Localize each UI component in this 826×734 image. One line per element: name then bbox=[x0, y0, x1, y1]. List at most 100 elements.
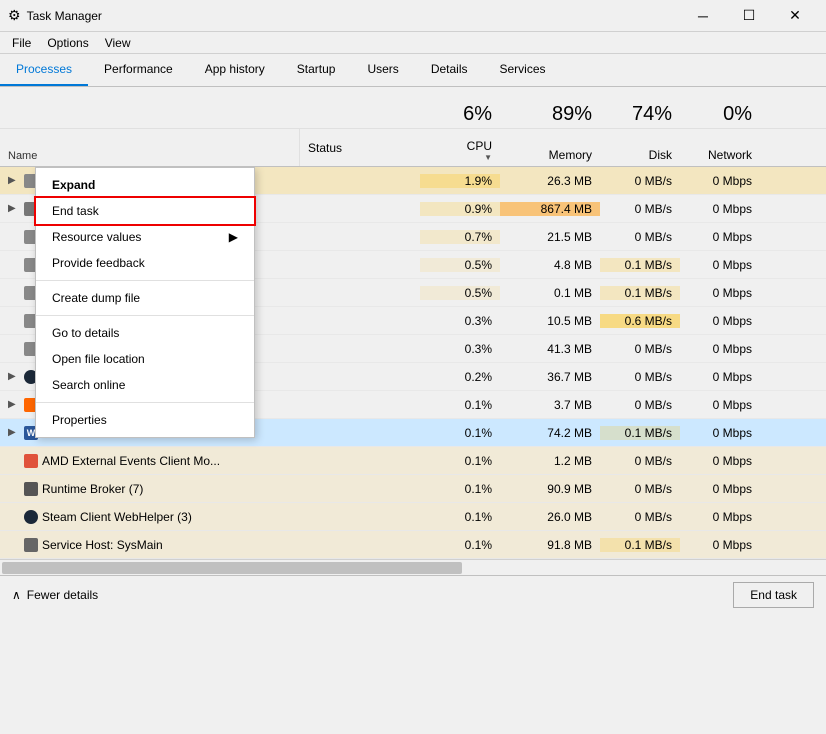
process-net-cell: 0 Mbps bbox=[680, 202, 760, 216]
ctx-end-task[interactable]: End task bbox=[36, 198, 254, 224]
process-icon bbox=[24, 538, 38, 552]
process-mem-cell: 4.8 MB bbox=[500, 258, 600, 272]
process-net-cell: 0 Mbps bbox=[680, 398, 760, 412]
process-name-cell: ▶ AMD External Events Client Mo... bbox=[0, 454, 300, 468]
end-task-button[interactable]: End task bbox=[733, 582, 814, 608]
ctx-go-to-details[interactable]: Go to details bbox=[36, 320, 254, 346]
process-icon bbox=[24, 454, 38, 468]
process-disk-cell: 0.1 MB/s bbox=[600, 286, 680, 300]
process-mem-cell: 10.5 MB bbox=[500, 314, 600, 328]
process-net-cell: 0 Mbps bbox=[680, 538, 760, 552]
process-net-cell: 0 Mbps bbox=[680, 426, 760, 440]
col-header-net-pct: 0% bbox=[680, 100, 760, 128]
expand-arrow: ▶ bbox=[8, 371, 20, 382]
close-button[interactable]: ✕ bbox=[772, 0, 818, 32]
process-disk-cell: 0 MB/s bbox=[600, 454, 680, 468]
process-disk-cell: 0.6 MB/s bbox=[600, 314, 680, 328]
process-mem-cell: 36.7 MB bbox=[500, 370, 600, 384]
ctx-open-location[interactable]: Open file location bbox=[36, 346, 254, 372]
process-cpu-cell: 0.1% bbox=[420, 538, 500, 552]
process-net-cell: 0 Mbps bbox=[680, 482, 760, 496]
process-mem-cell: 74.2 MB bbox=[500, 426, 600, 440]
title-bar: ⚙ Task Manager ─ ☐ ✕ bbox=[0, 0, 826, 32]
process-cpu-cell: 0.1% bbox=[420, 398, 500, 412]
tab-performance[interactable]: Performance bbox=[88, 54, 189, 86]
menu-bar: File Options View bbox=[0, 32, 826, 54]
ctx-sep-3 bbox=[36, 402, 254, 403]
process-cpu-cell: 0.1% bbox=[420, 510, 500, 524]
ctx-resource-values[interactable]: Resource values ▶ bbox=[36, 224, 254, 250]
column-header-percentages: 6% 89% 74% 0% bbox=[0, 87, 826, 129]
process-disk-cell: 0 MB/s bbox=[600, 398, 680, 412]
minimize-button[interactable]: ─ bbox=[680, 0, 726, 32]
process-mem-cell: 26.3 MB bbox=[500, 174, 600, 188]
col-sort-disk[interactable]: Disk bbox=[600, 129, 680, 166]
process-name: AMD External Events Client Mo... bbox=[42, 454, 220, 468]
process-net-cell: 0 Mbps bbox=[680, 174, 760, 188]
process-icon bbox=[24, 510, 38, 524]
process-disk-cell: 0 MB/s bbox=[600, 174, 680, 188]
ctx-properties[interactable]: Properties bbox=[36, 407, 254, 433]
table-row[interactable]: ▶ Steam Client WebHelper (3) 0.1% 26.0 M… bbox=[0, 503, 826, 531]
col-header-cpu-pct: 6% bbox=[420, 100, 500, 128]
tabs-bar: Processes Performance App history Startu… bbox=[0, 54, 826, 87]
expand-arrow: ▶ bbox=[8, 427, 20, 438]
col-header-disk-pct: 74% bbox=[600, 100, 680, 128]
tab-services[interactable]: Services bbox=[484, 54, 562, 86]
process-cpu-cell: 0.5% bbox=[420, 286, 500, 300]
process-disk-cell: 0.1 MB/s bbox=[600, 538, 680, 552]
tab-processes[interactable]: Processes bbox=[0, 54, 88, 86]
expand-arrow: ▶ bbox=[8, 399, 20, 410]
process-mem-cell: 26.0 MB bbox=[500, 510, 600, 524]
ctx-provide-feedback[interactable]: Provide feedback bbox=[36, 250, 254, 276]
col-sort-status[interactable]: Status bbox=[300, 129, 420, 166]
h-scroll-thumb[interactable] bbox=[2, 562, 462, 574]
process-disk-cell: 0 MB/s bbox=[600, 510, 680, 524]
col-header-mem-pct: 89% bbox=[500, 100, 600, 128]
col-sort-name[interactable]: Name bbox=[0, 129, 300, 166]
process-table-container: 6% 89% 74% 0% Name Status CPU ▼ Memory D… bbox=[0, 87, 826, 575]
process-mem-cell: 3.7 MB bbox=[500, 398, 600, 412]
bottom-bar: ∧ Fewer details End task bbox=[0, 575, 826, 613]
col-sort-network[interactable]: Network bbox=[680, 129, 760, 166]
fewer-details-button[interactable]: ∧ Fewer details bbox=[12, 588, 98, 602]
menu-options[interactable]: Options bbox=[39, 34, 96, 52]
expand-arrow: ▶ bbox=[8, 203, 20, 214]
tab-app-history[interactable]: App history bbox=[189, 54, 281, 86]
col-sort-memory[interactable]: Memory bbox=[500, 129, 600, 166]
ctx-search-online[interactable]: Search online bbox=[36, 372, 254, 398]
title-bar-text: Task Manager bbox=[27, 9, 680, 23]
process-icon bbox=[24, 482, 38, 496]
table-row[interactable]: ▶ Runtime Broker (7) 0.1% 90.9 MB 0 MB/s… bbox=[0, 475, 826, 503]
col-sort-cpu[interactable]: CPU ▼ bbox=[420, 129, 500, 166]
process-cpu-cell: 0.9% bbox=[420, 202, 500, 216]
process-disk-cell: 0.1 MB/s bbox=[600, 258, 680, 272]
ctx-create-dump[interactable]: Create dump file bbox=[36, 285, 254, 311]
maximize-button[interactable]: ☐ bbox=[726, 0, 772, 32]
ctx-expand[interactable]: Expand bbox=[36, 172, 254, 198]
tab-startup[interactable]: Startup bbox=[281, 54, 352, 86]
process-cpu-cell: 0.3% bbox=[420, 342, 500, 356]
process-name: Service Host: SysMain bbox=[42, 538, 163, 552]
horizontal-scrollbar[interactable] bbox=[0, 559, 826, 575]
process-mem-cell: 91.8 MB bbox=[500, 538, 600, 552]
column-header-labels: Name Status CPU ▼ Memory Disk Network bbox=[0, 129, 826, 167]
table-row[interactable]: ▶ AMD External Events Client Mo... 0.1% … bbox=[0, 447, 826, 475]
tab-details[interactable]: Details bbox=[415, 54, 484, 86]
table-row[interactable]: ▶ Service Host: SysMain 0.1% 91.8 MB 0.1… bbox=[0, 531, 826, 559]
expand-arrow: ▶ bbox=[8, 175, 20, 186]
col-header-status-empty bbox=[300, 120, 420, 128]
process-name-cell: ▶ Service Host: SysMain bbox=[0, 538, 300, 552]
process-disk-cell: 0 MB/s bbox=[600, 230, 680, 244]
menu-file[interactable]: File bbox=[4, 34, 39, 52]
process-cpu-cell: 0.7% bbox=[420, 230, 500, 244]
process-cpu-cell: 0.5% bbox=[420, 258, 500, 272]
process-disk-cell: 0 MB/s bbox=[600, 342, 680, 356]
process-cpu-cell: 0.2% bbox=[420, 370, 500, 384]
process-list[interactable]: Expand End task Resource values ▶ Provid… bbox=[0, 167, 826, 559]
title-bar-buttons: ─ ☐ ✕ bbox=[680, 0, 818, 32]
tab-users[interactable]: Users bbox=[351, 54, 414, 86]
process-name: Steam Client WebHelper (3) bbox=[42, 510, 192, 524]
process-mem-cell: 1.2 MB bbox=[500, 454, 600, 468]
menu-view[interactable]: View bbox=[97, 34, 139, 52]
